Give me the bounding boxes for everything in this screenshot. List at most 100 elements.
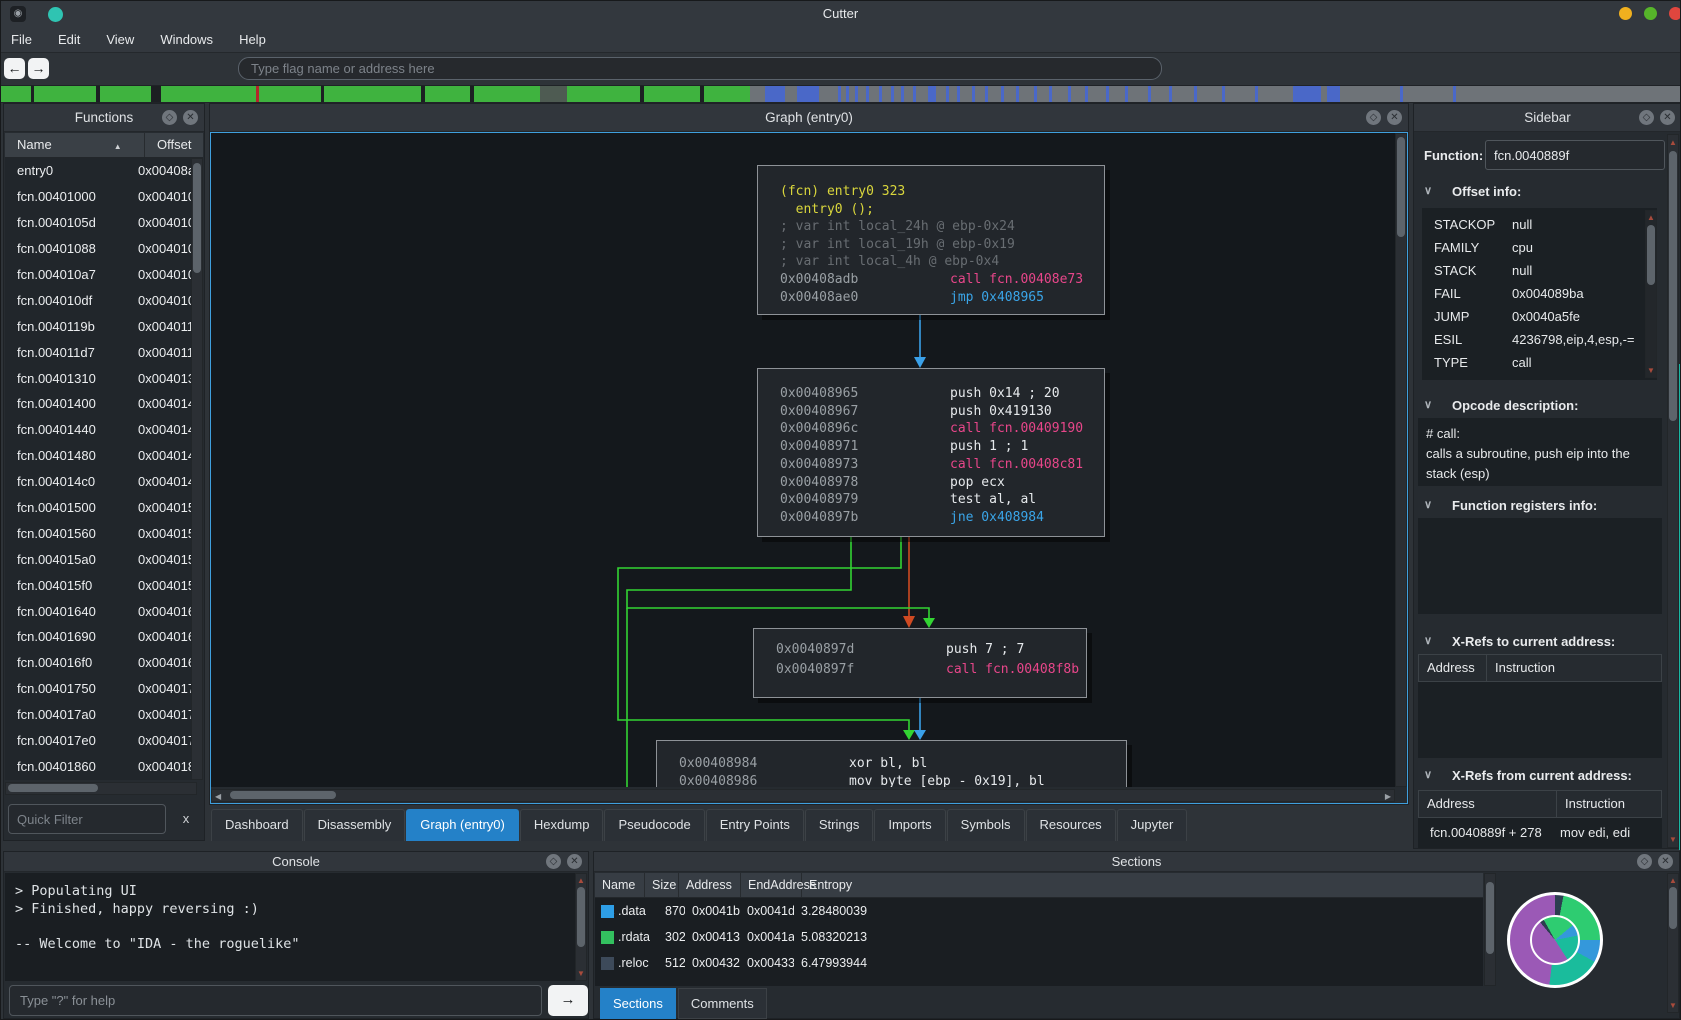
disasm-line[interactable]: 0x0040897b jne 0x408984 [780,509,1104,527]
disasm-line[interactable]: 0x00408986 mov byte [ebp - 0x19], bl [679,773,1126,787]
disasm-line[interactable]: 0x0040897f call fcn.00408f8b [776,660,1086,680]
function-row[interactable]: fcn.004010df 0x004010d [5,287,197,313]
disasm-line[interactable]: 0x00408973 call fcn.00408c81 [780,456,1104,474]
sections-scrollbar[interactable] [1484,873,1496,986]
tab[interactable]: Disassembly [303,809,406,841]
registers-header[interactable]: ∨ Function registers info: [1424,498,1597,513]
function-row[interactable]: fcn.004015f0 0x004015f [5,572,197,598]
undock-icon[interactable]: ◇ [1637,854,1652,869]
function-row[interactable]: fcn.00401088 0x0040108 [5,236,197,262]
function-row[interactable]: fcn.00401640 0x0040164 [5,598,197,624]
clear-filter-button[interactable]: x [174,808,198,830]
disasm-line[interactable]: ; var int local_24h @ ebp-0x24 [780,218,1104,236]
disasm-line[interactable]: ; var int local_19h @ ebp-0x19 [780,236,1104,254]
console-send-button[interactable]: → [548,985,588,1016]
graph-node-408965[interactable]: 0x00408965 push 0x14 ; 20 0x00408967 push 0… [757,368,1105,537]
disasm-line[interactable]: ; var int local_4h @ ebp-0x4 [780,253,1104,271]
offset-info-scrollbar[interactable]: ▲ ▼ [1645,210,1657,378]
chevron-down-icon[interactable]: ∨ [1424,498,1432,511]
scroll-left-icon[interactable]: ◀ [215,792,221,801]
graph-hscrollbar[interactable]: ◀ ▶ [211,789,1395,802]
function-row[interactable]: fcn.004010a7 0x004010a [5,262,197,288]
close-icon[interactable]: ✕ [1387,110,1402,125]
function-row[interactable]: fcn.004017e0 0x004017e [5,728,197,754]
tab[interactable]: Graph (entry0) [406,809,519,841]
function-row[interactable]: fcn.00401560 0x0040156 [5,520,197,546]
function-row[interactable]: fcn.00401690 0x0040169 [5,624,197,650]
xrefs-from-header[interactable]: ∨ X-Refs from current address: [1424,768,1632,783]
function-row[interactable]: fcn.004014c0 0x004014c [5,469,197,495]
chevron-down-icon[interactable]: ∨ [1424,768,1432,781]
functions-table-header[interactable]: Name ▲ Offset [5,133,203,158]
function-row[interactable]: fcn.00401500 0x0040150 [5,495,197,521]
close-icon[interactable]: ✕ [183,110,198,125]
function-row[interactable]: fcn.00401440 0x0040144 [5,417,197,443]
console-scrollbar[interactable]: ▲ ▼ [575,873,587,981]
section-row[interactable]: .reloc51200x004320000x004334006.47993944 [595,950,1483,976]
disasm-line[interactable]: 0x00408ae0 jmp 0x408965 [780,289,1104,307]
function-row[interactable]: fcn.00401480 0x0040148 [5,443,197,469]
undock-icon[interactable]: ◇ [1639,110,1654,125]
disasm-line[interactable]: 0x0040897d push 7 ; 7 [776,640,1086,660]
functions-hscrollbar[interactable] [5,782,197,795]
console-input[interactable] [9,985,542,1016]
function-row[interactable]: fcn.0040105d 0x0040105 [5,210,197,236]
maximize-button[interactable] [1644,7,1657,20]
xrefs-from-table-header[interactable]: Address Instruction [1418,790,1662,818]
function-row[interactable]: entry0 0x00408ac [5,158,197,184]
function-input[interactable] [1485,140,1665,170]
offset-info-row[interactable]: FAMILY cpu [1422,236,1657,259]
tab[interactable]: Jupyter [1116,809,1188,841]
disasm-line[interactable]: 0x00408984 xor bl, bl [679,755,1126,773]
chevron-down-icon[interactable]: ∨ [1424,184,1432,197]
offset-info-row[interactable]: ESIL 4236798,eip,4,esp,-= [1422,328,1657,351]
close-button[interactable] [1669,7,1680,20]
opcode-desc-header[interactable]: ∨ Opcode description: [1424,398,1578,413]
sections-panel-scrollbar[interactable]: ▲ ▼ [1667,873,1679,1013]
section-row[interactable]: .data87040x0041b0000x0041d2003.28480039 [595,898,1483,924]
function-row[interactable]: fcn.004017a0 0x004017a [5,702,197,728]
disasm-line[interactable]: 0x00408979 test al, al [780,491,1104,509]
search-input[interactable] [238,57,1162,80]
tab[interactable]: Imports [874,809,946,841]
xref-row[interactable]: fcn.0040889f + 278 mov edi, edi [1418,818,1662,846]
tab[interactable]: Hexdump [519,809,604,841]
menu-item[interactable]: Windows [160,32,213,47]
minimize-button[interactable] [1619,7,1632,20]
offset-info-row[interactable]: STACKOP null [1422,213,1657,236]
console-output[interactable]: > Populating UI > Finished, happy reversi… [5,873,575,981]
memory-map-strip[interactable] [1,85,1680,103]
graph-vscrollbar[interactable] [1395,133,1407,787]
function-row[interactable]: fcn.004011d7 0x004011d [5,339,197,365]
disasm-line[interactable]: 0x00408978 pop ecx [780,474,1104,492]
xrefs-to-table-body[interactable] [1418,682,1662,758]
tab[interactable]: Pseudocode [604,809,705,841]
xrefs-to-table-header[interactable]: Address Instruction [1418,654,1662,682]
chevron-down-icon[interactable]: ∨ [1424,398,1432,411]
offset-info-row[interactable]: TYPE call [1422,351,1657,374]
disasm-line[interactable]: 0x00408adb call fcn.00408e73 [780,271,1104,289]
sections-col-entropy[interactable]: Entropy [802,873,1483,897]
graph-node-408984[interactable]: 0x00408984 xor bl, bl 0x00408986 mov byte [… [656,740,1127,787]
menu-item[interactable]: File [11,32,32,47]
menu-item[interactable]: Edit [58,32,80,47]
tab[interactable]: Dashboard [211,809,303,841]
xrefs-from-table-body[interactable]: fcn.0040889f + 278 mov edi, edi [1418,818,1662,848]
close-icon[interactable]: ✕ [1660,110,1675,125]
function-row[interactable]: fcn.0040119b 0x0040119 [5,313,197,339]
sections-table[interactable]: Name ▲ Size Address EndAddress Entropy .… [595,873,1483,986]
back-button[interactable]: ← [4,58,25,79]
graph-node-entry0[interactable]: (fcn) entry0 323 entry0 ();; var int loc… [757,165,1105,315]
disasm-line[interactable]: 0x00408967 push 0x419130 [780,403,1104,421]
tab[interactable]: Resources [1025,809,1116,841]
sections-table-header[interactable]: Name ▲ Size Address EndAddress Entropy [595,873,1483,916]
offset-info-row[interactable]: STACK null [1422,259,1657,282]
offset-info-table[interactable]: STACKOP null FAMILY cpu STACK null FAIL 0x00408… [1422,208,1657,380]
function-row[interactable]: fcn.004016f0 0x004016f [5,650,197,676]
function-row[interactable]: fcn.00401860 0x0040186 [5,753,197,779]
functions-col-offset[interactable]: Offset [145,133,191,157]
section-row[interactable]: .rdata302080x004130000x0041a6005.0832021… [595,924,1483,950]
tab[interactable]: Symbols [946,809,1025,841]
sidebar-scrollbar[interactable]: ▲ ▼ [1667,134,1679,848]
close-icon[interactable]: ✕ [1658,854,1673,869]
